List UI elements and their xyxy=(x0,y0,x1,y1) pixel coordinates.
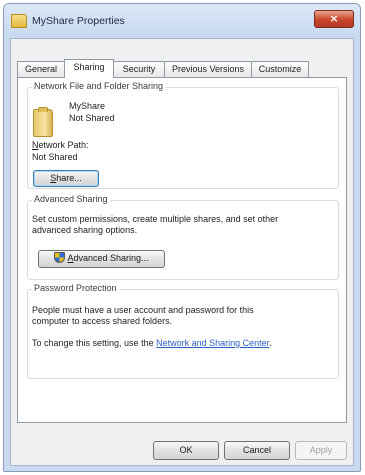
dialog-body: General Sharing Security Previous Versio… xyxy=(10,38,354,466)
folder-icon xyxy=(11,14,27,28)
folder-icon xyxy=(33,107,53,137)
ok-button[interactable]: OK xyxy=(153,441,219,460)
network-path-value: Not Shared xyxy=(32,152,78,162)
advanced-sharing-button-rest: dvanced Sharing... xyxy=(73,253,149,263)
network-path-label-rest: etwork Path: xyxy=(38,140,89,150)
tab-previous-versions[interactable]: Previous Versions xyxy=(164,61,252,77)
sharing-tab-panel: Network File and Folder Sharing MyShare … xyxy=(17,77,347,423)
password-protection-group: Password Protection People must have a u… xyxy=(27,283,339,379)
change-setting-suffix: . xyxy=(269,338,272,348)
tab-sharing[interactable]: Sharing xyxy=(64,59,114,78)
tab-customize[interactable]: Customize xyxy=(251,61,309,77)
share-button-rest: hare... xyxy=(56,173,82,183)
network-sharing-group: Network File and Folder Sharing MyShare … xyxy=(27,81,339,189)
uac-shield-icon xyxy=(54,252,66,263)
password-protection-title: Password Protection xyxy=(32,283,119,293)
cancel-button[interactable]: Cancel xyxy=(224,441,290,460)
advanced-sharing-desc-2: advanced sharing options. xyxy=(32,225,138,235)
properties-dialog: MyShare Properties × General Sharing Sec… xyxy=(3,3,361,472)
change-setting-prefix: To change this setting, use the xyxy=(32,338,157,348)
password-desc-2: computer to access shared folders. xyxy=(32,316,173,326)
close-button[interactable]: × xyxy=(314,10,354,28)
password-desc-1: People must have a user account and pass… xyxy=(32,305,254,315)
change-setting-text: To change this setting, use the Network … xyxy=(32,338,272,348)
folder-status: Not Shared xyxy=(69,113,115,123)
network-path-label: Network Path: xyxy=(32,140,89,150)
tab-general[interactable]: General xyxy=(17,61,65,77)
network-sharing-title: Network File and Folder Sharing xyxy=(32,81,166,91)
advanced-sharing-title: Advanced Sharing xyxy=(32,194,110,204)
title-bar[interactable]: MyShare Properties × xyxy=(4,4,360,40)
share-button[interactable]: Share... xyxy=(33,170,99,187)
tab-security[interactable]: Security xyxy=(113,61,165,77)
apply-button[interactable]: Apply xyxy=(295,441,347,460)
window-title: MyShare Properties xyxy=(32,15,125,27)
advanced-sharing-button[interactable]: Advanced Sharing... xyxy=(38,250,165,268)
network-sharing-center-link[interactable]: Network and Sharing Center xyxy=(156,338,269,348)
advanced-sharing-group: Advanced Sharing Set custom permissions,… xyxy=(27,194,339,280)
advanced-sharing-desc-1: Set custom permissions, create multiple … xyxy=(32,214,279,224)
folder-name: MyShare xyxy=(69,101,106,111)
